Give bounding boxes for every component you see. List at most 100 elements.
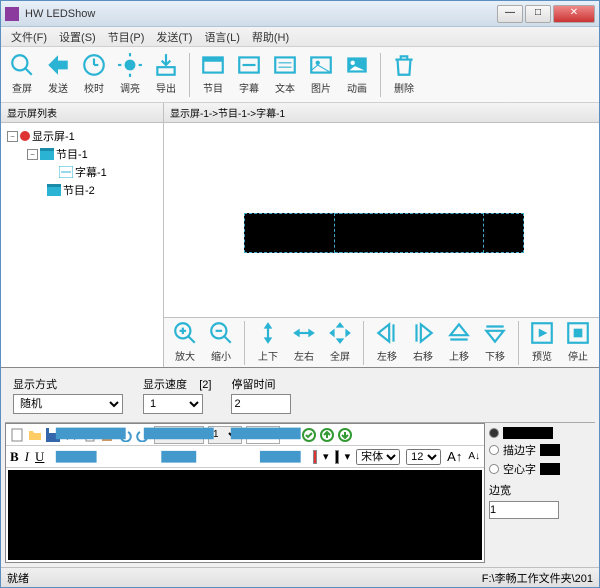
canvas-toolbar: 放大 缩小 上下 左右 全屏 左移 右移 上移 下移 预览 停止: [164, 317, 599, 367]
titlebar[interactable]: HW LEDShow — □ ✕: [1, 1, 599, 27]
main-toolbar: 查屏 发送 校时 调亮 导出 节目 字幕 文本 图片 动画 删除: [1, 47, 599, 103]
maximize-button[interactable]: □: [525, 5, 551, 23]
label: 缩小: [211, 348, 231, 363]
stay-label: 停留时间: [231, 376, 291, 392]
delete-label: 删除: [394, 80, 414, 95]
time-button[interactable]: 校时: [77, 50, 111, 100]
full-button[interactable]: 全屏: [323, 318, 357, 368]
tree-prog1[interactable]: − 节目-1: [3, 145, 161, 163]
label: 预览: [532, 348, 552, 363]
menu-settings[interactable]: 设置(S): [53, 29, 102, 45]
minimize-button[interactable]: —: [497, 5, 523, 23]
text-button[interactable]: 文本: [268, 50, 302, 100]
tree-view[interactable]: − 显示屏-1 − 节目-1 字幕-1 节目-2: [1, 123, 163, 367]
app-icon: [5, 7, 19, 21]
delete-button[interactable]: 删除: [387, 50, 421, 100]
color-red[interactable]: [313, 450, 317, 464]
expand-icon[interactable]: −: [27, 149, 38, 160]
increase-font-button[interactable]: A↑: [447, 449, 462, 464]
color-black[interactable]: [335, 450, 339, 464]
opt-outline[interactable]: 描边字: [489, 442, 591, 458]
size-select[interactable]: 12: [406, 449, 441, 465]
tree-prog2[interactable]: 节目-2: [3, 181, 161, 199]
status-path: F:\李畅工作文件夹\201: [482, 570, 593, 586]
speed-label: 显示速度: [143, 379, 187, 391]
label: 左右: [294, 348, 314, 363]
speed-select[interactable]: 1: [143, 394, 203, 414]
menu-file[interactable]: 文件(F): [5, 29, 53, 45]
send-button[interactable]: 发送: [41, 50, 75, 100]
status-ready: 就绪: [7, 570, 482, 586]
label: 放大: [175, 348, 195, 363]
text-editor: 标准 1 A B I U ▾ ▾ 宋体: [5, 423, 485, 563]
tree-label: 显示屏-1: [32, 128, 75, 144]
menu-language[interactable]: 语言(L): [198, 29, 245, 45]
zoomout-button[interactable]: 缩小: [204, 318, 238, 368]
display-mode-select[interactable]: 随机: [13, 394, 123, 414]
moveright-button[interactable]: 右移: [406, 318, 440, 368]
italic-button[interactable]: I: [25, 449, 29, 465]
label: 停止: [568, 348, 588, 363]
subtitle-button[interactable]: 字幕: [232, 50, 266, 100]
program-button[interactable]: 节目: [196, 50, 230, 100]
opt-hollow[interactable]: 空心字: [489, 461, 591, 477]
opt-normal[interactable]: [489, 427, 591, 439]
menu-program[interactable]: 节目(P): [102, 29, 151, 45]
picture-button[interactable]: 图片: [304, 50, 338, 100]
program-icon: [40, 148, 54, 160]
leftright-button[interactable]: 左右: [287, 318, 321, 368]
font-select[interactable]: 宋体: [356, 449, 400, 465]
stay-input[interactable]: [231, 394, 291, 414]
tree-label: 节目-1: [56, 146, 88, 162]
up-arrow-icon[interactable]: [320, 428, 334, 442]
width-input[interactable]: [489, 501, 559, 519]
display-mode-label: 显示方式: [13, 376, 123, 392]
stay-group: 停留时间: [231, 376, 291, 414]
subtitle-label: 字幕: [239, 80, 259, 95]
program-icon: [47, 184, 61, 196]
moveup-button[interactable]: 上移: [442, 318, 476, 368]
stop-button[interactable]: 停止: [561, 318, 595, 368]
speed-group: 显示速度 [2] 1: [143, 376, 211, 414]
preview-button[interactable]: 预览: [525, 318, 559, 368]
label: 全屏: [330, 348, 350, 363]
menu-help[interactable]: 帮助(H): [246, 29, 295, 45]
time-label: 校时: [84, 80, 104, 95]
search-button[interactable]: 查屏: [5, 50, 39, 100]
separator: [363, 321, 364, 365]
tree-label: 节目-2: [63, 182, 95, 198]
bold-button[interactable]: B: [10, 449, 19, 465]
moveleft-button[interactable]: 左移: [370, 318, 404, 368]
radio-icon: [489, 445, 499, 455]
export-button[interactable]: 导出: [149, 50, 183, 100]
brightness-button[interactable]: 调亮: [113, 50, 147, 100]
expand-icon[interactable]: −: [7, 131, 18, 142]
down-arrow-icon[interactable]: [338, 428, 352, 442]
close-button[interactable]: ✕: [553, 5, 595, 23]
underline-button[interactable]: U: [35, 449, 44, 465]
tree-label: 字幕-1: [75, 164, 107, 180]
statusbar: 就绪 F:\李畅工作文件夹\201: [1, 567, 599, 587]
decrease-font-button[interactable]: A↓: [468, 451, 480, 462]
text-canvas[interactable]: [8, 470, 482, 560]
zoomin-button[interactable]: 放大: [168, 318, 202, 368]
tree-screen[interactable]: − 显示屏-1: [3, 127, 161, 145]
picture-label: 图片: [311, 80, 331, 95]
menu-send[interactable]: 发送(T): [150, 29, 198, 45]
swatch: [503, 427, 553, 439]
separator: [189, 53, 190, 97]
radio-icon: [489, 428, 499, 438]
tree-sub1[interactable]: 字幕-1: [3, 163, 161, 181]
animation-label: 动画: [347, 80, 367, 95]
swatch: [540, 463, 560, 475]
preview-canvas[interactable]: [164, 123, 599, 317]
open-icon[interactable]: [28, 428, 42, 442]
selection-box[interactable]: [334, 213, 484, 253]
animation-button[interactable]: 动画: [340, 50, 374, 100]
width-label: 边宽: [489, 482, 591, 498]
export-label: 导出: [156, 80, 176, 95]
movedown-button[interactable]: 下移: [478, 318, 512, 368]
properties-panel: 显示方式 随机 显示速度 [2] 1 停留时间: [1, 367, 599, 567]
new-icon[interactable]: [10, 428, 24, 442]
updown-button[interactable]: 上下: [251, 318, 285, 368]
